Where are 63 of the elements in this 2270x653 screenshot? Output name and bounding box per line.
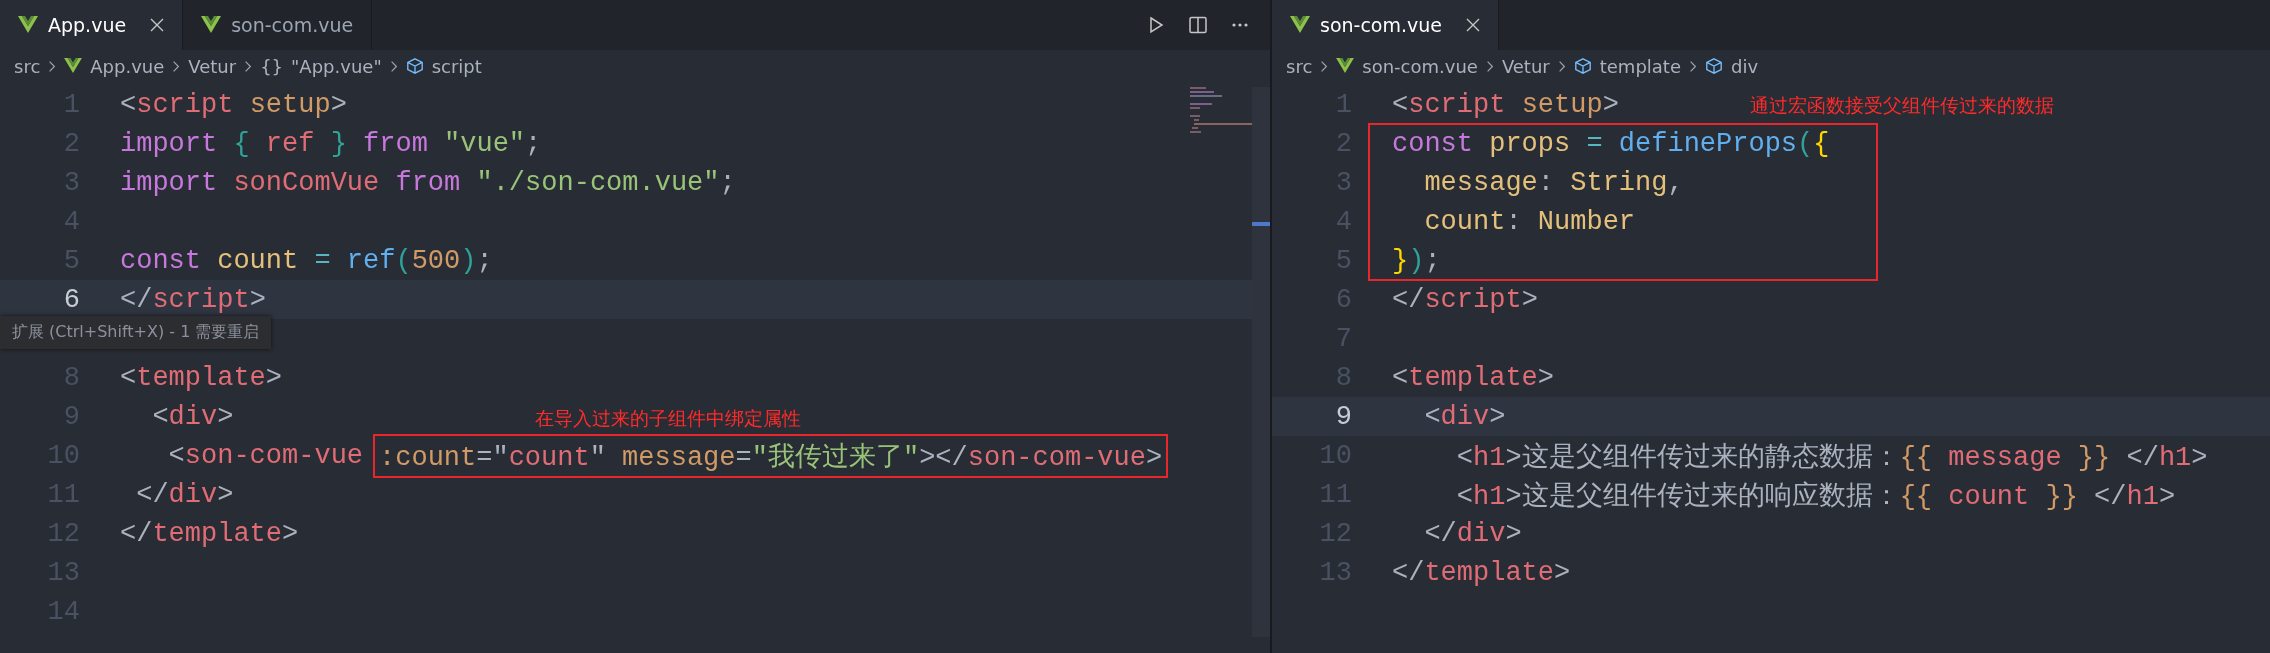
tab-label: App.vue — [48, 14, 127, 36]
annotation-text: 在导入过来的子组件中绑定属性 — [535, 405, 802, 431]
line-number: 9 — [1334, 401, 1352, 432]
cube-icon — [1573, 57, 1592, 75]
code-text: </script> — [120, 284, 266, 315]
cube-icon — [1705, 57, 1723, 75]
breadcrumb-item[interactable]: son-com.vue — [1362, 55, 1478, 77]
tooltip: 扩展 (Ctrl+Shift+X) - 1 需要重启 — [0, 316, 272, 349]
tab-label: son-com.vue — [1320, 14, 1442, 36]
breadcrumb-item[interactable]: "App.vue" — [291, 55, 382, 77]
breadcrumb-item[interactable]: script — [431, 55, 482, 77]
split-editor-icon[interactable] — [1188, 15, 1208, 35]
chevron-right-icon — [1557, 59, 1566, 73]
editor-tab[interactable]: son-com.vue — [1272, 0, 1499, 50]
editor-tab[interactable]: App.vue — [0, 0, 184, 50]
code-text: }); — [1392, 245, 1441, 276]
code-text: <script setup> — [120, 89, 347, 120]
code-text: <div> — [151, 401, 234, 432]
vue-logo-icon — [201, 16, 222, 34]
tab-label: son-com.vue — [231, 14, 354, 36]
code-text: </script> — [1392, 284, 1538, 315]
breadcrumb-item[interactable]: template — [1599, 55, 1681, 77]
vue-logo-icon — [1336, 58, 1355, 74]
code-text: </div> — [1423, 518, 1522, 549]
breadcrumb-item[interactable]: div — [1731, 55, 1759, 77]
chevron-right-icon — [389, 59, 398, 73]
code-text: :count="count" message="我传过来了"></son-com-vue> — [379, 442, 1163, 473]
code-text: </div> — [135, 479, 234, 510]
code-text: <script setup> — [1392, 89, 1619, 120]
braces-icon: {} — [260, 55, 284, 77]
breadcrumb-item[interactable]: src — [14, 55, 41, 77]
code-text: <div> — [1423, 401, 1506, 432]
chevron-right-icon — [1689, 59, 1697, 73]
chevron-right-icon — [1320, 59, 1329, 73]
chevron-right-icon — [172, 59, 181, 73]
code-text: const props = defineProps({ — [1392, 128, 1830, 159]
chevron-right-icon — [1485, 59, 1494, 73]
cube-icon — [405, 57, 424, 75]
line-number: 6 — [62, 284, 80, 315]
breadcrumb-item[interactable]: App.vue — [90, 55, 165, 77]
code-text: </template> — [1392, 557, 1571, 588]
code-text: <son-com-vue — [167, 440, 364, 471]
close-icon[interactable] — [1466, 18, 1480, 32]
code-text: <h1>这是父组件传过来的静态数据：{{ message }} </h1> — [1455, 441, 2208, 474]
chevron-right-icon — [244, 59, 253, 73]
vue-logo-icon — [64, 58, 83, 74]
breadcrumb-item[interactable]: Vetur — [1501, 55, 1550, 77]
code-text: <h1>这是父组件传过来的响应数据：{{ count }} </h1> — [1455, 480, 2176, 513]
code-text: import { ref } from "vue"; — [120, 128, 542, 159]
vue-logo-icon — [1290, 16, 1310, 34]
code-text: count: Number — [1423, 206, 1636, 237]
vue-logo-icon — [18, 16, 38, 34]
breadcrumb-item[interactable]: src — [1286, 55, 1313, 77]
chevron-right-icon — [48, 59, 57, 73]
annotation-text: 通过宏函数接受父组件传过来的数据 — [1750, 93, 2054, 118]
code-text: import sonComVue from "./son-com.vue"; — [120, 167, 736, 198]
code-text: <template> — [120, 362, 283, 393]
breadcrumb-item[interactable]: Vetur — [188, 55, 237, 77]
close-icon[interactable] — [150, 18, 165, 32]
code-text: </template> — [120, 518, 299, 549]
code-text: const count = ref(500); — [120, 245, 493, 276]
code-text: <template> — [1392, 362, 1555, 393]
code-text: message: String, — [1423, 167, 1684, 198]
